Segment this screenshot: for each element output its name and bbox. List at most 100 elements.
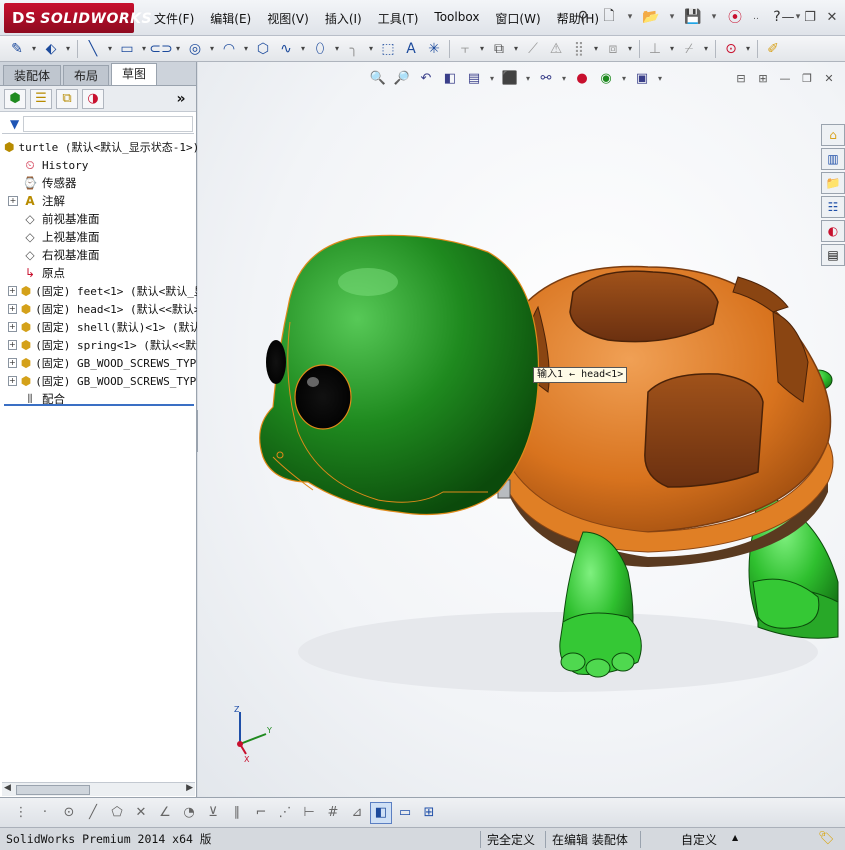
chevron-down-icon[interactable]: ▾ <box>477 38 487 60</box>
tree-root-turtle[interactable]: ⬢ turtle (默认<默认_显示状态-1>) <box>0 138 197 156</box>
chevron-down-icon[interactable]: ▾ <box>139 38 149 60</box>
rectangle-icon[interactable]: ▭ <box>116 38 138 60</box>
slot-icon[interactable]: ⊂⊃ <box>149 38 172 60</box>
spline-icon[interactable]: ∿ <box>275 38 297 60</box>
chevron-down-icon[interactable]: ▾ <box>656 68 664 88</box>
menu-file[interactable]: 文件(F) <box>146 9 202 28</box>
menu-insert[interactable]: 插入(I) <box>317 9 370 28</box>
polygon-icon[interactable]: ⬠ <box>106 802 128 824</box>
hide-show-items-icon[interactable]: ● <box>572 68 592 88</box>
zoom-to-fit-icon[interactable]: 🔍 <box>368 68 388 88</box>
ellipse-icon[interactable]: ⬯ <box>309 38 331 60</box>
panel-view-icon[interactable]: ▭ <box>394 802 416 824</box>
filter-icon[interactable]: ▼ <box>10 117 19 131</box>
turtle-model[interactable] <box>198 62 845 797</box>
graphics-area[interactable]: 🔍 🔎 ↶ ◧ ▤ ▾ ⬛ ▾ ⚯ ▾ ● ◉ ▾ ▣ ▾ ⊟ ⊞ — ❐ ✕ ⌂ ▥ 📁… <box>198 62 845 797</box>
scroll-left-icon[interactable]: ◀ <box>4 783 11 793</box>
offset-icon[interactable]: ⟋ <box>522 38 544 60</box>
expand-toggle[interactable]: + <box>8 340 17 350</box>
mirror-icon[interactable]: ⚠ <box>545 38 567 60</box>
tangent-icon[interactable]: ◔ <box>178 802 200 824</box>
property-manager-icon[interactable]: ☰ <box>30 88 52 109</box>
display-style-icon[interactable]: ⚯ <box>536 68 556 88</box>
chevron-down-icon[interactable]: ▾ <box>207 38 217 60</box>
shaded-display-icon[interactable]: ◧ <box>370 801 392 824</box>
minimize-icon[interactable]: — <box>777 70 793 86</box>
expand-toggle[interactable]: + <box>8 322 17 332</box>
chevron-down-icon[interactable]: ▾ <box>366 38 376 60</box>
linear-pattern-icon[interactable]: ⣿ <box>568 38 590 60</box>
dynamic-annotation-view-icon[interactable]: ▤ <box>464 68 484 88</box>
rollback-bar[interactable] <box>4 404 194 406</box>
grid-snap-icon[interactable]: ⋰ <box>274 802 296 824</box>
previous-view-icon[interactable]: ↶ <box>416 68 436 88</box>
tree-item-shell[interactable]: +⬢ (固定) shell(默认)<1> (默认<<默认>_显示状态 1>) <box>0 318 197 336</box>
feature-manager-icon[interactable]: ⬢ <box>4 88 26 109</box>
chevron-down-icon[interactable]: ▾ <box>591 38 601 60</box>
expand-toggle[interactable]: + <box>8 286 17 296</box>
appearances-icon[interactable]: ◐ <box>821 220 845 242</box>
design-library-icon[interactable]: ▥ <box>821 148 845 170</box>
menu-window[interactable]: 窗口(W) <box>487 9 548 28</box>
apply-scene-icon[interactable]: ▣ <box>632 68 652 88</box>
angle-snap-icon[interactable]: ⊿ <box>346 802 368 824</box>
restore-icon[interactable]: ❐ <box>799 70 815 86</box>
circle-icon[interactable]: ⊙ <box>58 802 80 824</box>
menu-edit[interactable]: 编辑(E) <box>202 9 259 28</box>
chevron-down-icon[interactable]: ▾ <box>63 38 73 60</box>
minimize-icon[interactable]: — <box>779 8 797 26</box>
sketch-icon[interactable]: ✎ <box>6 38 28 60</box>
tile-vertical-icon[interactable]: ⊞ <box>755 70 771 86</box>
tree-item-spring[interactable]: +⬢ (固定) spring<1> (默认<<默认>_显示状态 1>) <box>0 336 197 354</box>
chevron-down-icon[interactable]: ▾ <box>666 6 678 28</box>
rebuild-traffic-light-icon[interactable]: ⦿ <box>724 6 746 28</box>
expand-toggle[interactable]: + <box>8 304 17 314</box>
chevron-down-icon[interactable]: ▾ <box>708 6 720 28</box>
horizontal-scrollbar[interactable]: ◀ ▶ <box>2 782 195 796</box>
tree-item-sensors[interactable]: ⌚ 传感器 <box>0 174 197 192</box>
more-tools[interactable]: .. <box>750 6 762 28</box>
convert-entities-icon[interactable]: ⧉ <box>488 38 510 60</box>
tree-item-origin[interactable]: ↳ 原点 <box>0 264 197 282</box>
chevron-down-icon[interactable]: ▾ <box>624 6 636 28</box>
display-relations-icon[interactable]: ⊥ <box>644 38 666 60</box>
solidworks-logo[interactable]: DS SOLIDWORKS <box>4 3 152 33</box>
chevron-down-icon[interactable]: ▾ <box>332 38 342 60</box>
intersection-icon[interactable]: ✕ <box>130 802 152 824</box>
tree-item-history[interactable]: ⏲ History <box>0 156 197 174</box>
tree-item-right-plane[interactable]: ◇ 右视基准面 <box>0 246 197 264</box>
tree-item-wood-screws-1[interactable]: + ⬢ (固定) GB_WOOD_SCREWS_TYPE <box>0 354 197 372</box>
point-icon[interactable]: ✳ <box>423 38 445 60</box>
file-explorer-icon[interactable]: 📁 <box>821 172 845 194</box>
chevron-down-icon[interactable]: ▾ <box>105 38 115 60</box>
chevron-down-icon[interactable]: ▾ <box>241 38 251 60</box>
section-view-icon[interactable]: ◧ <box>440 68 460 88</box>
scroll-right-icon[interactable]: ▶ <box>186 783 193 793</box>
edit-appearance-icon[interactable]: ◉ <box>596 68 616 88</box>
restore-icon[interactable]: ❐ <box>801 8 819 26</box>
chevron-down-icon[interactable]: ▾ <box>743 38 753 60</box>
close-icon[interactable]: ✕ <box>821 70 837 86</box>
tile-horizontal-icon[interactable]: ⊟ <box>733 70 749 86</box>
display-manager-icon[interactable]: ◑ <box>82 88 104 109</box>
trim-icon[interactable]: ⫟ <box>454 38 476 60</box>
plane-icon[interactable]: ⬚ <box>377 38 399 60</box>
filter-input[interactable] <box>23 115 194 132</box>
perpendicular-icon[interactable]: ⊻ <box>202 802 224 824</box>
chevron-down-icon[interactable]: ▾ <box>625 38 635 60</box>
save-icon[interactable]: 💾 <box>682 6 704 28</box>
tree-item-wood-screws-2[interactable]: + ⬢ (固定) GB_WOOD_SCREWS_TYPE <box>0 372 197 390</box>
expand-panel-icon[interactable]: » <box>170 89 192 109</box>
quick-snaps-icon[interactable]: ⊙ <box>720 38 742 60</box>
tab-assembly[interactable]: 装配体 <box>3 65 62 85</box>
chevron-down-icon[interactable]: ▾ <box>667 38 677 60</box>
chevron-down-icon[interactable]: ▾ <box>620 68 628 88</box>
chevron-down-icon[interactable]: ▾ <box>511 38 521 60</box>
status-units[interactable]: 自定义 <box>640 831 760 848</box>
custom-properties-icon[interactable]: ▤ <box>821 244 845 266</box>
menu-view[interactable]: 视图(V) <box>259 9 317 28</box>
configuration-manager-icon[interactable]: ⧉ <box>56 88 78 109</box>
pin-icon[interactable]: ⚲ <box>572 6 594 28</box>
home-icon[interactable]: ⌂ <box>821 124 845 146</box>
tab-layout[interactable]: 布局 <box>63 65 110 85</box>
